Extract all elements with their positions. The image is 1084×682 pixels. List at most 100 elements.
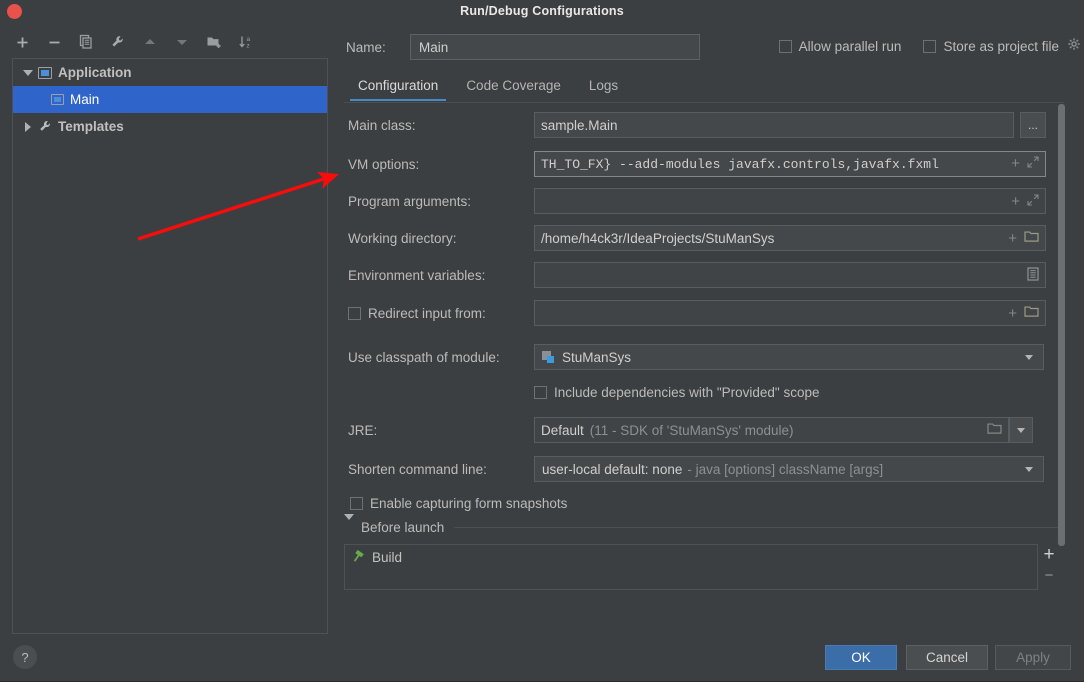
remove-icon[interactable] xyxy=(44,32,64,52)
new-folder-icon[interactable] xyxy=(204,32,224,52)
redirect-input-field[interactable]: + xyxy=(534,300,1046,326)
main-class-value: sample.Main xyxy=(541,117,618,133)
jre-dropdown-button[interactable] xyxy=(1009,417,1033,443)
gear-icon[interactable] xyxy=(1067,37,1082,55)
apply-button[interactable]: Apply xyxy=(995,645,1071,670)
include-provided-scope-row[interactable]: Include dependencies with "Provided" sco… xyxy=(534,385,820,400)
jre-value: Default xyxy=(541,422,584,438)
expand-editor-icon[interactable] xyxy=(1027,193,1039,209)
folder-icon[interactable] xyxy=(1024,305,1039,321)
main-class-label: Main class: xyxy=(348,117,416,133)
working-directory-row: Working directory: /home/h4ck3r/IdeaProj… xyxy=(348,225,1072,251)
add-icon[interactable] xyxy=(12,32,32,52)
name-input[interactable]: Main xyxy=(410,34,700,60)
chevron-down-icon xyxy=(1017,427,1025,433)
main-class-row: Main class: sample.Main ... xyxy=(348,112,1072,138)
chevron-right-icon[interactable] xyxy=(21,120,35,134)
tree-node-templates[interactable]: Templates xyxy=(13,113,327,140)
help-button[interactable]: ? xyxy=(13,645,37,669)
run-debug-configurations-dialog: Run/Debug Configurations a z Application… xyxy=(0,0,1084,682)
jre-input[interactable]: Default (11 - SDK of 'StuManSys' module) xyxy=(534,417,1009,443)
redirect-input-row: Redirect input from: + xyxy=(348,300,1072,326)
main-class-browse-button[interactable]: ... xyxy=(1020,112,1046,138)
ok-button[interactable]: OK xyxy=(825,645,897,670)
use-classpath-label: Use classpath of module: xyxy=(348,349,500,365)
enable-form-snapshots-label: Enable capturing form snapshots xyxy=(370,496,568,511)
checkbox-icon[interactable] xyxy=(534,386,547,399)
include-provided-scope-label: Include dependencies with "Provided" sco… xyxy=(554,385,820,400)
insert-macro-icon[interactable]: + xyxy=(1011,194,1020,209)
environment-variables-row: Environment variables: xyxy=(348,262,1072,288)
checkbox-icon[interactable] xyxy=(350,497,363,510)
shorten-command-line-label: Shorten command line: xyxy=(348,461,487,477)
svg-text:z: z xyxy=(246,43,249,50)
hammer-icon xyxy=(350,547,367,566)
use-classpath-value: StuManSys xyxy=(562,349,632,365)
configurations-tree[interactable]: Application Main Templates xyxy=(12,58,328,634)
title-bar: Run/Debug Configurations xyxy=(0,0,1084,22)
tree-node-label: Main xyxy=(70,92,100,107)
edit-env-vars-icon[interactable] xyxy=(1027,266,1039,284)
insert-macro-icon[interactable]: + xyxy=(1011,157,1020,172)
redirect-input-label: Redirect input from: xyxy=(368,305,486,321)
expand-editor-icon[interactable] xyxy=(1027,156,1039,172)
shorten-command-line-hint: - java [options] className [args] xyxy=(687,461,884,477)
program-arguments-row: Program arguments: + xyxy=(348,188,1072,214)
working-directory-input[interactable]: /home/h4ck3r/IdeaProjects/StuManSys + xyxy=(534,225,1046,251)
redirect-input-checkbox-line[interactable]: Redirect input from: xyxy=(348,306,534,321)
tree-node-application[interactable]: Application xyxy=(13,59,327,86)
tree-node-main[interactable]: Main xyxy=(13,86,327,113)
tab-configuration[interactable]: Configuration xyxy=(344,72,452,101)
program-arguments-input[interactable]: + xyxy=(534,188,1046,214)
before-launch-list[interactable]: Build xyxy=(344,544,1038,590)
close-dot-icon[interactable] xyxy=(7,4,22,19)
checkbox-icon[interactable] xyxy=(348,306,361,320)
allow-parallel-run-option[interactable]: Allow parallel run xyxy=(778,38,902,54)
vm-options-input[interactable]: TH_TO_FX} --add-modules javafx.controls,… xyxy=(534,151,1046,177)
move-up-icon[interactable] xyxy=(140,32,160,52)
before-launch-controls: + − xyxy=(1038,544,1060,590)
copy-icon[interactable] xyxy=(76,32,96,52)
working-directory-label: Working directory: xyxy=(348,230,457,246)
chevron-down-icon[interactable] xyxy=(1025,354,1033,360)
before-launch-item-build[interactable]: Build xyxy=(345,545,1037,569)
checkbox-icon[interactable] xyxy=(923,39,937,53)
move-down-icon[interactable] xyxy=(172,32,192,52)
vertical-scrollbar[interactable] xyxy=(1058,104,1065,546)
editor-tabs: Configuration Code Coverage Logs xyxy=(344,72,632,101)
before-launch-item-label: Build xyxy=(372,549,403,565)
module-icon xyxy=(542,351,555,363)
cancel-button[interactable]: Cancel xyxy=(906,645,988,670)
allow-parallel-run-label: Allow parallel run xyxy=(798,38,902,54)
run-options: Allow parallel run Store as project file xyxy=(778,37,1082,55)
insert-macro-icon[interactable]: + xyxy=(1008,306,1017,321)
environment-variables-input[interactable] xyxy=(534,262,1046,288)
jre-row: JRE: Default (11 - SDK of 'StuManSys' mo… xyxy=(348,417,1072,443)
shorten-command-line-combobox[interactable]: user-local default: none - java [options… xyxy=(534,456,1044,482)
enable-form-snapshots-row[interactable]: Enable capturing form snapshots xyxy=(350,496,567,511)
jre-label: JRE: xyxy=(348,422,378,438)
section-divider xyxy=(454,527,1060,528)
insert-macro-icon[interactable]: + xyxy=(1008,231,1017,246)
folder-icon[interactable] xyxy=(987,422,1002,438)
checkbox-icon[interactable] xyxy=(778,39,792,53)
before-launch-remove-button[interactable]: − xyxy=(1045,566,1054,586)
use-classpath-combobox[interactable]: StuManSys xyxy=(534,344,1044,370)
name-label: Name: xyxy=(346,39,386,55)
wrench-icon[interactable] xyxy=(108,32,128,52)
main-class-input[interactable]: sample.Main xyxy=(534,112,1014,138)
tab-logs[interactable]: Logs xyxy=(575,72,632,101)
vm-options-value: TH_TO_FX} --add-modules javafx.controls,… xyxy=(541,156,939,172)
environment-variables-label: Environment variables: xyxy=(348,267,486,283)
before-launch-add-button[interactable]: + xyxy=(1043,544,1054,566)
tab-code-coverage[interactable]: Code Coverage xyxy=(452,72,575,101)
shorten-command-line-value: user-local default: none xyxy=(542,461,683,477)
store-as-project-file-option[interactable]: Store as project file xyxy=(923,37,1082,55)
before-launch-header[interactable]: Before launch xyxy=(344,514,1060,535)
folder-icon[interactable] xyxy=(1024,230,1039,246)
working-directory-value: /home/h4ck3r/IdeaProjects/StuManSys xyxy=(541,230,775,246)
sort-alphabetically-icon[interactable]: a z xyxy=(236,32,256,52)
chevron-down-icon[interactable] xyxy=(1025,466,1033,472)
chevron-down-icon[interactable] xyxy=(344,514,354,535)
chevron-down-icon[interactable] xyxy=(21,66,35,80)
